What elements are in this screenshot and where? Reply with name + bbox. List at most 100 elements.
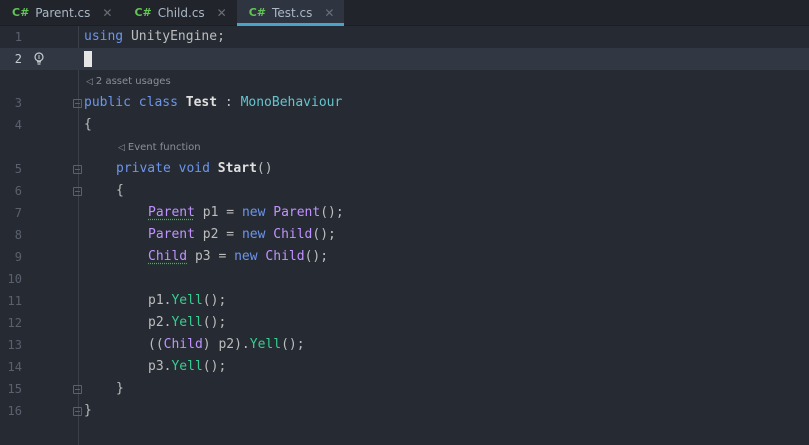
- line-number: 2: [14, 52, 22, 66]
- punctuation: ((: [148, 337, 164, 352]
- csharp-file-icon: C#: [134, 6, 152, 19]
- asset-usages-hint[interactable]: ◁ 2 asset usages: [86, 71, 171, 93]
- csharp-file-icon: C#: [12, 6, 30, 19]
- method-call: Yell: [171, 315, 203, 330]
- line-number: 15: [7, 382, 22, 396]
- csharp-file-icon: C#: [248, 6, 267, 19]
- punctuation: ();: [202, 359, 227, 374]
- hint-text: 2 asset usages: [95, 76, 171, 87]
- code-line[interactable]: 4 {: [0, 114, 809, 136]
- code-editor[interactable]: 1 using UnityEngine; 2 ◁ 2 asset usages 3…: [0, 26, 809, 445]
- code-line[interactable]: 11 p1.Yell();: [0, 290, 809, 312]
- punctuation: ();: [202, 315, 227, 330]
- close-icon[interactable]: ✕: [324, 6, 334, 20]
- method-call: Yell: [171, 359, 203, 374]
- method-call: Yell: [171, 293, 203, 308]
- keyword: new: [234, 249, 258, 264]
- code-line[interactable]: 3 public class Test : MonoBehaviour: [0, 92, 809, 114]
- variable: p3 =: [187, 249, 235, 264]
- keyword: new: [241, 205, 266, 220]
- type-name: Child: [273, 227, 313, 242]
- editor-tab-bar: C# Parent.cs ✕ C# Child.cs ✕ C# Test.cs …: [0, 0, 809, 26]
- tab-test-cs[interactable]: C# Test.cs ✕: [236, 0, 345, 26]
- punctuation: ();: [312, 227, 336, 242]
- code-line[interactable]: 15 }: [0, 378, 809, 400]
- brace: }: [84, 403, 92, 418]
- line-number: 6: [14, 184, 22, 198]
- code-line[interactable]: 9 Child p3 = new Child();: [0, 246, 809, 268]
- punctuation: ();: [202, 293, 227, 308]
- type-name: Parent: [148, 227, 195, 242]
- line-number: 13: [7, 338, 22, 352]
- fold-icon[interactable]: [73, 187, 82, 196]
- code-line[interactable]: 5 private void Start(): [0, 158, 809, 180]
- variable: ) p2).: [202, 337, 250, 352]
- keyword: new: [241, 227, 266, 242]
- fold-icon[interactable]: [73, 99, 82, 108]
- line-number: 16: [7, 404, 22, 418]
- variable: p3.: [148, 359, 172, 374]
- namespace: UnityEngine: [130, 29, 218, 44]
- code-line[interactable]: 7 Parent p1 = new Parent();: [0, 202, 809, 224]
- tab-label: Parent.cs: [35, 5, 91, 20]
- code-line[interactable]: 10: [0, 268, 809, 290]
- line-number: 3: [14, 96, 22, 110]
- class-name: Test: [185, 95, 218, 110]
- variable: p1.: [148, 293, 172, 308]
- type-name: Parent: [148, 205, 195, 220]
- line-number: 7: [14, 206, 22, 220]
- brace: {: [116, 183, 124, 198]
- keyword: using: [84, 29, 124, 44]
- close-icon[interactable]: ✕: [102, 6, 112, 20]
- type-name: Child: [265, 249, 305, 264]
- code-line[interactable]: 14 p3.Yell();: [0, 356, 809, 378]
- keyword: void: [178, 161, 210, 176]
- code-line[interactable]: 16 }: [0, 400, 809, 422]
- punctuation: ();: [320, 205, 344, 220]
- code-line[interactable]: 1 using UnityEngine;: [0, 26, 809, 48]
- line-number: 14: [7, 360, 22, 374]
- code-line[interactable]: 13 ((Child) p2).Yell();: [0, 334, 809, 356]
- line-number: 1: [14, 30, 22, 44]
- code-line-current[interactable]: 2: [0, 48, 809, 70]
- variable: p1 =: [194, 205, 242, 220]
- type-name: Child: [163, 337, 203, 352]
- punctuation: ;: [217, 29, 225, 44]
- tab-label: Child.cs: [157, 5, 205, 20]
- tab-label: Test.cs: [272, 5, 313, 20]
- fold-icon[interactable]: [73, 385, 82, 394]
- brace: {: [84, 117, 92, 132]
- type-name: Parent: [273, 205, 321, 220]
- hint-text: Event function: [127, 142, 201, 153]
- line-number: 8: [14, 228, 22, 242]
- tab-child-cs[interactable]: C# Child.cs ✕: [122, 0, 236, 25]
- variable: p2.: [148, 315, 172, 330]
- fold-icon[interactable]: [73, 407, 82, 416]
- keyword: private: [116, 161, 171, 176]
- code-line[interactable]: 12 p2.Yell();: [0, 312, 809, 334]
- method-call: Yell: [249, 337, 282, 352]
- usages-icon: ◁: [86, 77, 93, 87]
- punctuation: ();: [281, 337, 305, 352]
- type-name: Child: [148, 249, 188, 264]
- close-icon[interactable]: ✕: [217, 6, 227, 20]
- fold-icon[interactable]: [73, 165, 82, 174]
- method-name: Start: [217, 161, 257, 176]
- line-number: 12: [7, 316, 22, 330]
- base-class: MonoBehaviour: [240, 95, 343, 110]
- line-number: 4: [14, 118, 22, 132]
- line-number: 10: [7, 272, 22, 286]
- code-line[interactable]: 6 {: [0, 180, 809, 202]
- punctuation: ();: [304, 249, 329, 264]
- punctuation: (): [256, 161, 273, 176]
- code-line[interactable]: 8 Parent p2 = new Child();: [0, 224, 809, 246]
- line-number: 11: [7, 294, 22, 308]
- keyword: class: [138, 95, 178, 110]
- lightbulb-icon[interactable]: [33, 52, 45, 66]
- event-icon: ◁: [118, 143, 125, 153]
- event-function-hint[interactable]: ◁ Event function: [118, 137, 201, 159]
- brace: }: [116, 381, 124, 396]
- variable: p2 =: [194, 227, 242, 242]
- keyword: public: [84, 95, 131, 110]
- tab-parent-cs[interactable]: C# Parent.cs ✕: [0, 0, 122, 25]
